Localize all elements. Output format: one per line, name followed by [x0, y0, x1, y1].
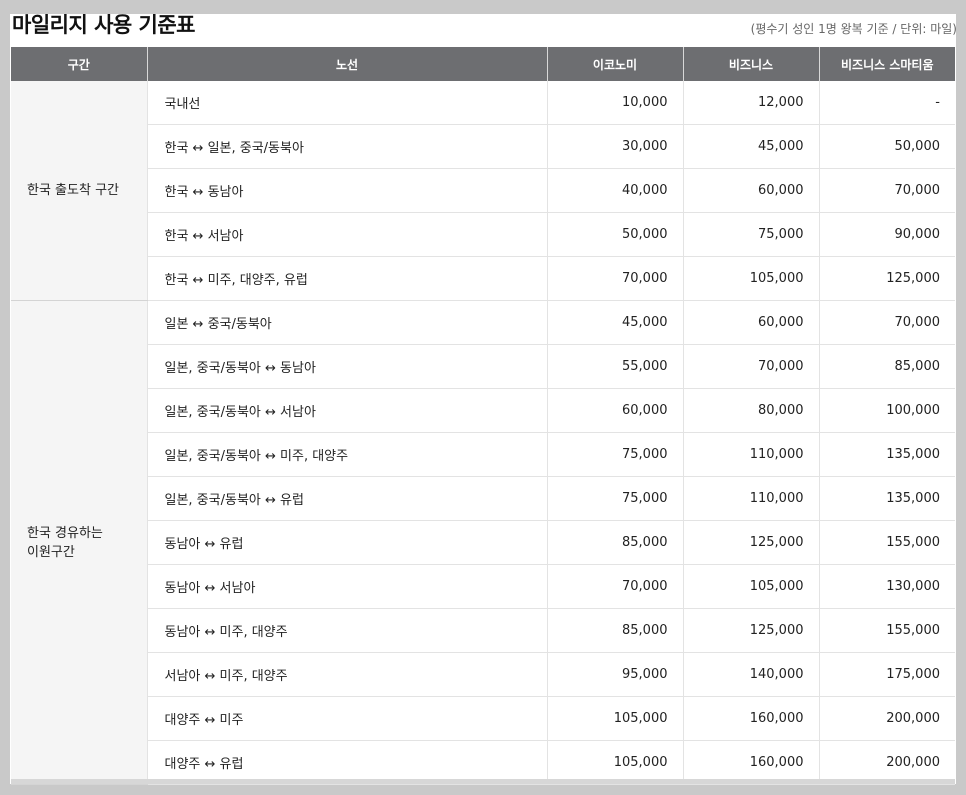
section-name-line: 이원구간: [27, 544, 75, 560]
smartium-cell: 135,000: [819, 476, 955, 521]
smartium-cell: 70,000: [819, 300, 955, 345]
table-header-row: 구간 노선 이코노미 비즈니스 비즈니스 스마티움: [11, 47, 955, 81]
header-economy: 이코노미: [547, 47, 684, 81]
smartium-cell: 50,000: [819, 124, 955, 169]
business-cell: 160,000: [683, 696, 820, 741]
route-cell: 한국 ↔ 서남아: [147, 212, 548, 257]
business-cell: 110,000: [683, 476, 820, 521]
smartium-cell: 70,000: [819, 168, 955, 213]
economy-cell: 45,000: [547, 300, 684, 345]
table-row: 일본, 중국/동북아 ↔ 동남아 55,000 70,000 85,000: [11, 344, 955, 389]
route-cell: 대양주 ↔ 유럽: [147, 740, 548, 785]
route-cell: 국내선: [147, 81, 548, 125]
economy-cell: 75,000: [547, 476, 684, 521]
economy-cell: 70,000: [547, 564, 684, 609]
business-cell: 105,000: [683, 564, 820, 609]
smartium-cell: 155,000: [819, 520, 955, 565]
business-cell: 105,000: [683, 256, 820, 301]
route-cell: 한국 ↔ 동남아: [147, 168, 548, 213]
table-row: 동남아 ↔ 서남아 70,000 105,000 130,000: [11, 564, 955, 609]
smartium-cell: 130,000: [819, 564, 955, 609]
route-cell: 동남아 ↔ 유럽: [147, 520, 548, 565]
economy-cell: 105,000: [547, 740, 684, 785]
smartium-cell: 85,000: [819, 344, 955, 389]
route-cell: 동남아 ↔ 서남아: [147, 564, 548, 609]
business-cell: 140,000: [683, 652, 820, 697]
economy-cell: 50,000: [547, 212, 684, 257]
economy-cell: 85,000: [547, 520, 684, 565]
table-row: 대양주 ↔ 미주 105,000 160,000 200,000: [11, 696, 955, 741]
route-cell: 일본, 중국/동북아 ↔ 동남아: [147, 344, 548, 389]
table-row: 한국 출도착 구간 국내선 10,000 12,000-: [11, 81, 955, 301]
table-row: 동남아 ↔ 유럽 85,000 125,000 155,000: [11, 520, 955, 565]
route-cell: 한국 ↔ 미주, 대양주, 유럽: [147, 256, 548, 301]
route-cell: 일본 ↔ 중국/동북아: [147, 300, 548, 345]
smartium-cell: 135,000: [819, 432, 955, 477]
table-row: 일본, 중국/동북아 ↔ 미주, 대양주 75,000 110,000 135,000: [11, 432, 955, 477]
business-cell: 45,000: [683, 124, 820, 169]
economy-cell: 10,000: [547, 81, 684, 125]
business-cell: 125,000: [683, 608, 820, 653]
smartium-cell: 100,000: [819, 388, 955, 433]
economy-cell: 105,000: [547, 696, 684, 741]
smartium-cell: 175,000: [819, 652, 955, 697]
section-name-line: 한국 출도착 구간: [27, 183, 119, 198]
route-cell: 일본, 중국/동북아 ↔ 유럽: [147, 476, 548, 521]
business-cell: 160,000: [683, 740, 820, 785]
business-cell: 75,000: [683, 212, 820, 257]
header-business: 비즈니스: [683, 47, 820, 81]
economy-cell: 55,000: [547, 344, 684, 389]
economy-cell: 70,000: [547, 256, 684, 301]
table-row: 일본, 중국/동북아 ↔ 서남아 60,000 80,000 100,000: [11, 388, 955, 433]
economy-cell: 60,000: [547, 388, 684, 433]
smartium-cell: 125,000: [819, 256, 955, 301]
table-body: 한국 출도착 구간 국내선 10,000 12,000- 한국 ↔ 일본, 중국/동북아…: [11, 81, 955, 785]
table-row: 한국 ↔ 동남아 40,000 60,000 70,000: [11, 168, 955, 213]
section-name-line: 한국 경유하는: [27, 525, 103, 541]
mileage-table: 구간 노선 이코노미 비즈니스 비즈니스 스마티움 한국 출도착 구간 국내선 10…: [11, 47, 955, 785]
table-row: 동남아 ↔ 미주, 대양주 85,000 125,000 155,000: [11, 608, 955, 653]
economy-cell: 40,000: [547, 168, 684, 213]
smartium-cell: 200,000: [819, 740, 955, 785]
page-title: 마일리지 사용 기준표: [12, 13, 196, 37]
economy-cell: 75,000: [547, 432, 684, 477]
business-cell: 12,000: [683, 81, 820, 125]
table-row: 일본, 중국/동북아 ↔ 유럽 75,000 110,000 135,000: [11, 476, 955, 521]
business-cell: 125,000: [683, 520, 820, 565]
business-cell: 60,000: [683, 300, 820, 345]
table-row: 한국 ↔ 서남아 50,000 75,000 90,000: [11, 212, 955, 257]
economy-cell: 30,000: [547, 124, 684, 169]
table-row: 한국 ↔ 미주, 대양주, 유럽 70,000 105,000 125,000: [11, 256, 955, 301]
business-cell: 80,000: [683, 388, 820, 433]
header-business-smartium: 비즈니스 스마티움: [819, 47, 955, 81]
section-cell: 한국 경유하는이원구간: [11, 300, 148, 785]
header-section: 구간: [11, 47, 148, 81]
table-row: 한국 ↔ 일본, 중국/동북아 30,000 45,000 50,000: [11, 124, 955, 169]
business-cell: 70,000: [683, 344, 820, 389]
table-row: 한국 경유하는 이원구간 일본 ↔ 중국/동북아 45,000 60,000 70,000: [11, 300, 955, 785]
smartium-cell: 200,000: [819, 696, 955, 741]
unit-note: (평수기 성인 1명 왕복 기준 / 단위: 마일): [750, 22, 957, 36]
smartium-cell: -: [819, 81, 955, 125]
table-bottom-bar: [11, 779, 955, 784]
economy-cell: 85,000: [547, 608, 684, 653]
route-cell: 동남아 ↔ 미주, 대양주: [147, 608, 548, 653]
route-cell: 일본, 중국/동북아 ↔ 미주, 대양주: [147, 432, 548, 477]
economy-cell: 95,000: [547, 652, 684, 697]
route-cell: 서남아 ↔ 미주, 대양주: [147, 652, 548, 697]
smartium-cell: 90,000: [819, 212, 955, 257]
table-row: 서남아 ↔ 미주, 대양주 95,000 140,000 175,000: [11, 652, 955, 697]
business-cell: 60,000: [683, 168, 820, 213]
route-cell: 한국 ↔ 일본, 중국/동북아: [147, 124, 548, 169]
section-cell: 한국 출도착 구간: [11, 81, 148, 301]
smartium-cell: 155,000: [819, 608, 955, 653]
table-row: 대양주 ↔ 유럽 105,000 160,000 200,000: [11, 740, 955, 785]
route-cell: 대양주 ↔ 미주: [147, 696, 548, 741]
route-cell: 일본, 중국/동북아 ↔ 서남아: [147, 388, 548, 433]
header-route: 노선: [147, 47, 548, 81]
business-cell: 110,000: [683, 432, 820, 477]
